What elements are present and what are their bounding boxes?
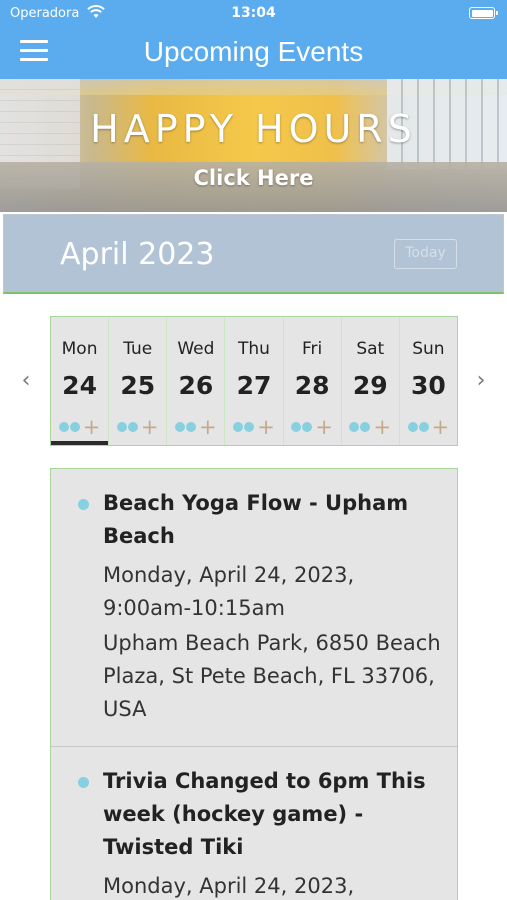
banner-title: HAPPY HOURS [90, 107, 417, 151]
more-events-plus-icon: + [82, 414, 101, 439]
more-events-plus-icon: + [431, 414, 450, 439]
day-name: Wed [177, 339, 215, 359]
event-dot-icon [233, 421, 244, 432]
day-name: Thu [238, 339, 270, 359]
event-title: Trivia Changed to 6pm This week (hockey … [103, 769, 426, 859]
previous-week-chevron-icon[interactable]: ‹ [16, 368, 36, 394]
event-date: Monday, April 24, 2023, [103, 874, 355, 898]
battery-icon [469, 7, 498, 19]
day-cell-tue[interactable]: Tue 25 + [109, 317, 168, 445]
event-indicators: + [51, 414, 108, 439]
event-indicators: + [342, 414, 399, 439]
day-number: 27 [236, 371, 272, 400]
event-dot-icon [58, 421, 69, 432]
event-dot-icon [244, 421, 255, 432]
day-number: 28 [294, 371, 330, 400]
event-indicators: + [167, 414, 224, 439]
top-bar: Operadora 13:04 Upcoming Events [0, 0, 507, 79]
more-events-plus-icon: + [199, 414, 217, 439]
day-name: Fri [302, 339, 323, 359]
event-dot-icon [175, 421, 186, 432]
event-dot-icon [302, 421, 313, 432]
event-item[interactable]: Trivia Changed to 6pm This week (hockey … [51, 747, 457, 900]
event-date: Monday, April 24, 2023, 9:00am-10:15am [103, 563, 355, 620]
event-dot-icon [291, 421, 302, 432]
day-name: Mon [61, 339, 98, 359]
event-item[interactable]: Beach Yoga Flow - Upham Beach Monday, Ap… [51, 469, 457, 747]
day-number: 29 [352, 371, 388, 400]
more-events-plus-icon: + [373, 414, 392, 439]
event-dot-icon [78, 499, 89, 510]
day-name: Tue [123, 339, 153, 359]
day-number: 26 [178, 371, 214, 400]
event-dot-icon [78, 777, 89, 788]
happy-hours-banner[interactable]: HAPPY HOURS Click Here [0, 79, 507, 212]
more-events-plus-icon: + [315, 414, 333, 439]
event-indicators: + [400, 414, 457, 439]
event-title: Beach Yoga Flow - Upham Beach [103, 491, 409, 548]
day-name: Sun [412, 339, 445, 359]
today-button[interactable]: Today [394, 239, 457, 269]
day-number: 25 [120, 371, 156, 400]
more-events-plus-icon: + [257, 414, 275, 439]
event-dot-icon [186, 421, 197, 432]
event-dot-icon [360, 421, 371, 432]
day-cell-fri[interactable]: Fri 28 + [283, 317, 342, 445]
day-number: 30 [411, 371, 446, 400]
status-bar: Operadora 13:04 [0, 0, 507, 28]
day-cell-wed[interactable]: Wed 26 + [167, 317, 226, 445]
day-cell-thu[interactable]: Thu 27 + [225, 317, 284, 445]
event-dot-icon [127, 421, 138, 432]
more-events-plus-icon: + [140, 414, 159, 439]
day-cell-sun[interactable]: Sun 30 + [399, 317, 457, 445]
page-title: Upcoming Events [143, 36, 364, 67]
event-indicators: + [109, 414, 166, 439]
banner-cta-link[interactable]: Click Here [0, 166, 507, 190]
event-dot-icon [69, 421, 80, 432]
event-list[interactable]: Beach Yoga Flow - Upham Beach Monday, Ap… [50, 468, 458, 900]
status-time: 13:04 [231, 5, 276, 21]
event-dot-icon [349, 421, 360, 432]
day-name: Sat [356, 339, 385, 359]
event-dot-icon [418, 421, 429, 432]
day-cell-sat[interactable]: Sat 29 + [341, 317, 400, 445]
event-indicators: + [284, 414, 341, 439]
event-dot-icon [116, 421, 127, 432]
month-header: April 2023 Today [3, 214, 504, 294]
event-dot-icon [407, 421, 418, 432]
event-indicators: + [225, 414, 282, 439]
event-location: Upham Beach Park, 6850 Beach Plaza, St P… [103, 631, 441, 721]
day-cell-mon[interactable]: Mon 24 + [51, 317, 110, 445]
next-week-chevron-icon[interactable]: › [471, 368, 491, 394]
day-number: 24 [62, 371, 97, 400]
month-title: April 2023 [60, 237, 215, 272]
week-strip: Mon 24 + Tue 25 + Wed 26 + Thu 27 + Fri … [50, 316, 458, 446]
